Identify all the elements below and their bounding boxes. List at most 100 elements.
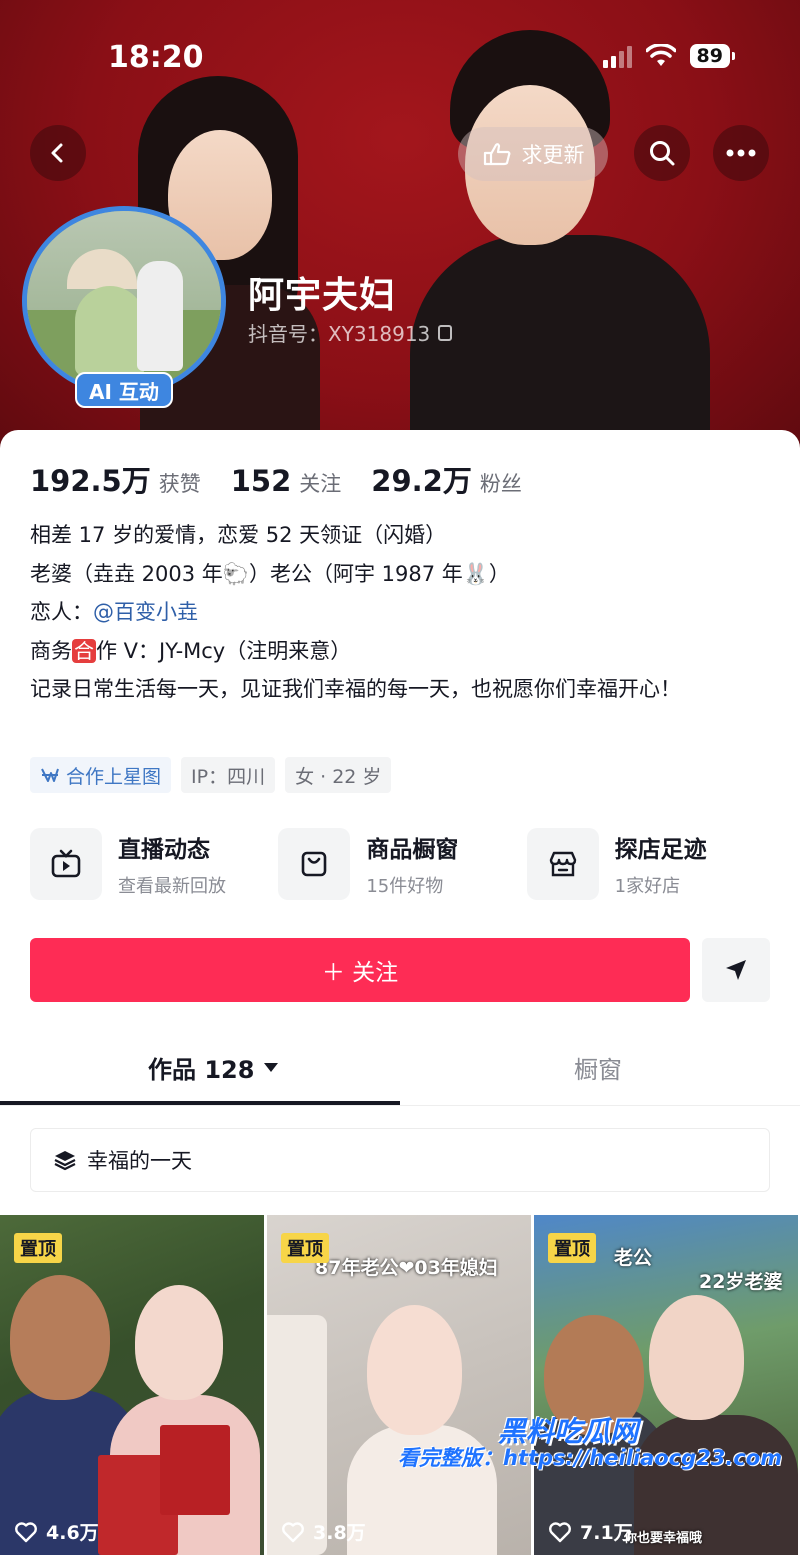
tab-showcase[interactable]: 橱窗	[574, 1050, 622, 1085]
stat-likes-number: 192.5万	[30, 464, 151, 498]
feature-title: 探店足迹	[614, 837, 707, 863]
star-map-tag[interactable]: 合作上星图	[30, 757, 172, 793]
pinned-badge: 置顶	[548, 1233, 596, 1263]
pinned-badge: 置顶	[14, 1233, 62, 1263]
tab-works-label: 作品 128	[148, 1056, 255, 1084]
video-thumbnail[interactable]: 置顶 4.6万	[0, 1215, 264, 1555]
bio-text: ）	[488, 561, 510, 586]
video-likes-count: 4.6万	[46, 1522, 99, 1544]
heart-outline-icon	[549, 1521, 571, 1542]
share-button[interactable]	[702, 938, 770, 1002]
profile-banner: 18:20 89 求更新 AI 互动 阿宇夫妇 抖音号：XY318913	[0, 0, 800, 460]
gender-age-tag: 女 · 22 岁	[285, 757, 392, 793]
bio-text: 恋人：	[30, 600, 93, 624]
stat-likes-label: 获赞	[158, 472, 201, 496]
stat-followers-label: 粉丝	[479, 472, 522, 496]
pinned-badge: 置顶	[281, 1233, 329, 1263]
heart-outline-icon	[15, 1521, 37, 1542]
star-map-icon	[41, 768, 59, 782]
status-time: 18:20	[108, 40, 204, 75]
search-button[interactable]	[634, 125, 690, 181]
profile-stats: 192.5万 获赞 152 关注 29.2万 粉丝	[30, 458, 522, 500]
bio-line: 恋人：@百变小垚	[30, 593, 775, 632]
video-likes: 4.6万	[14, 1518, 99, 1545]
stat-followers-number: 29.2万	[371, 464, 472, 498]
profile-tags: 合作上星图 IP：四川 女 · 22 岁	[30, 757, 392, 793]
feature-subtitle: 查看最新回放	[118, 876, 226, 897]
product-showcase-entry[interactable]: 商品橱窗 15件好物	[278, 828, 526, 900]
stat-followers[interactable]: 29.2万 粉丝	[371, 458, 522, 500]
partner-mention-link[interactable]: @百变小垚	[93, 600, 198, 624]
shopping-bag-icon	[278, 828, 351, 900]
profile-bio: 相差 17 岁的爱情，恋爱 52 天领证（闪婚） 老婆（垚垚 2003 年🐑）老…	[30, 516, 775, 709]
video-likes: 3.8万	[281, 1518, 366, 1545]
video-thumbnail[interactable]: 87年老公❤03年媳妇 置顶 3.8万	[267, 1215, 531, 1555]
bio-text: 商务	[30, 638, 72, 663]
hand-point-icon	[483, 143, 510, 166]
more-dots-icon	[726, 149, 756, 157]
video-caption: 87年老公❤03年媳妇	[315, 1257, 498, 1279]
cooperation-emoji: 合	[72, 638, 96, 663]
content-tabs: 作品 128 橱窗	[0, 1042, 800, 1106]
stat-likes[interactable]: 192.5万 获赞	[30, 458, 201, 500]
heart-outline-icon	[282, 1521, 304, 1542]
caret-down-icon	[264, 1063, 279, 1072]
store-icon	[526, 828, 599, 900]
bio-text: 老婆（垚垚 2003 年	[30, 561, 223, 586]
bio-line: 相差 17 岁的爱情，恋爱 52 天领证（闪婚）	[30, 523, 447, 547]
bio-text: ）老公（阿宇 1987 年	[248, 561, 463, 586]
feature-subtitle: 1家好店	[614, 876, 681, 897]
collection-bar[interactable]: 幸福的一天	[30, 1128, 770, 1192]
bio-line: 商务 合作 V：JY-Mcy（注明来意）	[30, 632, 775, 671]
stat-following-label: 关注	[299, 472, 342, 496]
tab-works[interactable]: 作品 128	[148, 1050, 279, 1085]
follow-button[interactable]: ＋ 关注	[30, 938, 690, 1002]
feature-title: 直播动态	[118, 837, 210, 863]
copy-icon[interactable]	[438, 324, 453, 341]
more-options-button[interactable]	[713, 125, 769, 181]
bio-text: 作 V：JY-Mcy（注明来意）	[96, 638, 352, 663]
back-button[interactable]	[30, 125, 86, 181]
collection-label: 幸福的一天	[87, 1149, 192, 1173]
video-likes-count: 3.8万	[313, 1522, 366, 1544]
star-map-label: 合作上星图	[66, 765, 162, 788]
banner-man-figure	[410, 30, 710, 460]
watermark-url: 看完整版：https://heiliaocg23.com	[398, 1446, 783, 1470]
layers-icon	[54, 1151, 76, 1171]
video-caption: 22岁老婆	[699, 1271, 783, 1293]
wifi-icon	[645, 44, 676, 66]
rabbit-emoji: 🐰	[462, 561, 489, 586]
tv-icon	[30, 828, 102, 900]
feature-entries: 直播动态 查看最新回放 商品橱窗 15件好物 探店足迹 1家好店	[30, 828, 775, 900]
bio-line: 记录日常生活每一天，见证我们幸福的每一天，也祝愿你们幸福开心！	[30, 677, 681, 701]
feature-title: 商品橱窗	[366, 837, 459, 863]
stat-following-number: 152	[230, 464, 292, 498]
stat-following[interactable]: 152 关注	[231, 464, 342, 498]
profile-nickname: 阿宇夫妇	[248, 275, 397, 316]
avatar[interactable]	[22, 206, 226, 396]
active-tab-indicator	[0, 1101, 400, 1105]
video-thumbnail[interactable]: 老公 22岁老婆 你也要幸福哦 置顶 7.1万	[534, 1215, 798, 1555]
bio-line: 老婆（垚垚 2003 年🐑）老公（阿宇 1987 年🐰）	[30, 555, 775, 594]
video-likes: 7.1万	[548, 1518, 633, 1545]
profile-card: 192.5万 获赞 152 关注 29.2万 粉丝 相差 17 岁的爱情，恋爱 …	[0, 430, 800, 1555]
video-grid: 置顶 4.6万 87年老公❤03年媳妇 置顶 3.8万 老公 22岁老婆 你也要…	[0, 1215, 800, 1555]
feature-subtitle: 15件好物	[366, 876, 444, 897]
request-update-button[interactable]: 求更新	[458, 127, 608, 181]
chevron-left-icon	[51, 143, 63, 163]
send-arrow-icon	[726, 960, 746, 980]
ip-location-tag: IP：四川	[181, 757, 276, 793]
sheep-emoji: 🐑	[222, 561, 249, 586]
battery-indicator: 89	[689, 44, 736, 68]
signal-icon	[602, 44, 632, 68]
douyin-id-text: 抖音号：XY318913	[248, 322, 431, 346]
video-caption: 你也要幸福哦	[624, 1531, 703, 1546]
ai-interact-badge[interactable]: AI 互动	[75, 372, 173, 408]
store-visits-entry[interactable]: 探店足迹 1家好店	[526, 828, 775, 900]
douyin-id[interactable]: 抖音号：XY318913	[248, 318, 453, 347]
search-icon	[650, 141, 675, 166]
video-likes-count: 7.1万	[580, 1522, 633, 1544]
live-replay-entry[interactable]: 直播动态 查看最新回放	[30, 828, 278, 900]
status-bar: 18:20 89	[0, 0, 800, 90]
request-update-label: 求更新	[521, 143, 585, 167]
